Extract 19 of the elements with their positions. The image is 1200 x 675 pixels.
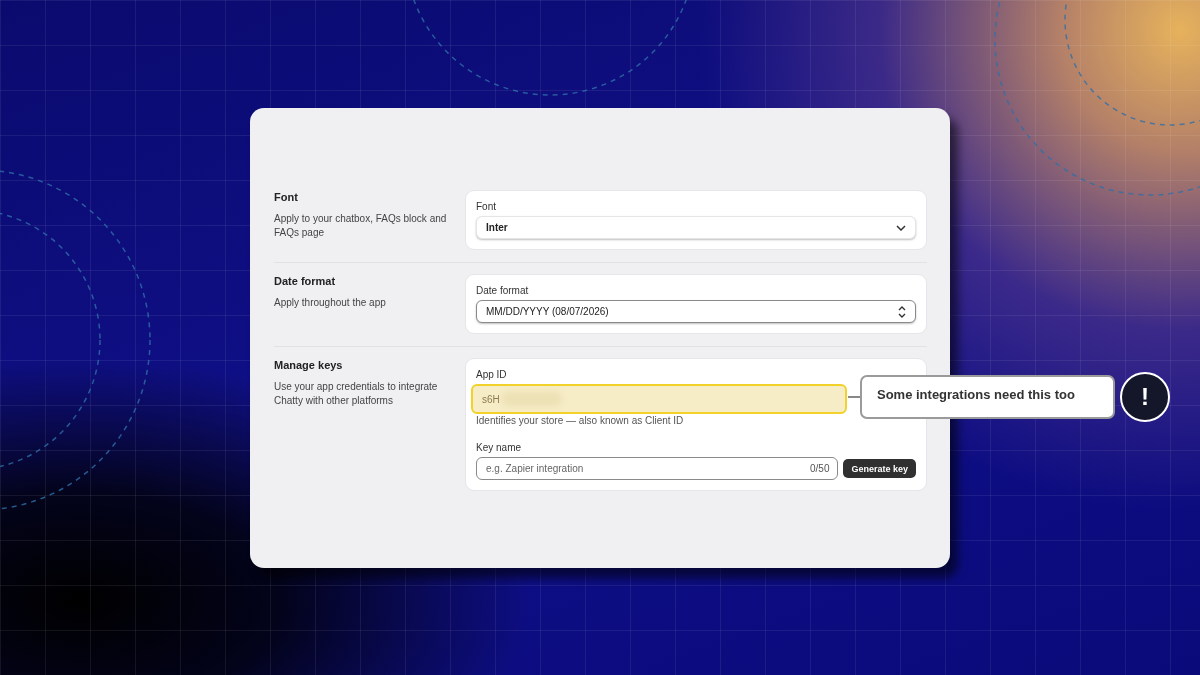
field-label: Font [476, 201, 497, 212]
character-counter: 0/50 [810, 463, 830, 474]
section-description: Apply to your chatbox, FAQs block and FAQs page [274, 212, 448, 240]
help-text: Identifies your store — also known as Client ID [476, 415, 685, 426]
section-title: Date format [274, 275, 337, 287]
date-format-select[interactable]: MM/DD/YYYY (08/07/2026) [476, 300, 916, 323]
generate-key-button[interactable]: Generate key [843, 459, 916, 478]
section-title: Manage keys [274, 359, 344, 371]
field-label: Key name [476, 442, 523, 453]
field-label: App ID [476, 369, 508, 380]
section-description: Apply throughout the app [274, 296, 387, 310]
section-title: Font [274, 191, 299, 203]
callout-tooltip: Some integrations need this too [860, 375, 1115, 419]
chevron-down-icon [896, 224, 906, 231]
font-select[interactable]: Inter [476, 216, 916, 239]
up-down-chevron-icon [898, 305, 906, 318]
alert-badge: ! [1120, 372, 1170, 422]
field-label: Date format [476, 285, 530, 296]
section-description: Use your app credentials to integrate Chatty with other platforms [274, 380, 439, 408]
